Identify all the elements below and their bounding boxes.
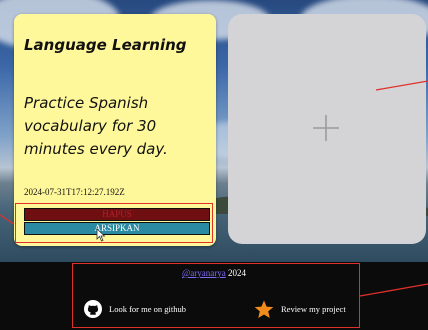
add-note-card[interactable] [228,14,426,244]
star-icon [254,300,274,318]
mouse-cursor-icon [96,228,106,242]
github-icon [84,300,102,318]
note-actions: HAPUS ARSIPKAN [24,208,210,236]
github-link-label: Look for me on github [109,304,186,314]
review-link[interactable]: Review my project [254,300,346,318]
plus-icon [313,115,339,141]
note-title: Language Learning [24,36,187,54]
footer-credit: @aryanarya 2024 [0,268,428,278]
review-link-label: Review my project [281,304,346,314]
author-link[interactable]: @aryanarya [182,268,226,278]
footer: @aryanarya 2024 Look for me on github Re… [0,262,428,330]
archive-button[interactable]: ARSIPKAN [24,222,210,235]
github-link[interactable]: Look for me on github [84,300,186,318]
note-body: Practice Spanish vocabulary for 30 minut… [24,94,168,158]
note-date: 2024-07-31T17:12:27.192Z [24,187,125,197]
delete-button[interactable]: HAPUS [24,208,210,221]
footer-year: 2024 [225,268,246,278]
note-card: Language Learning Practice Spanish vocab… [14,14,216,246]
